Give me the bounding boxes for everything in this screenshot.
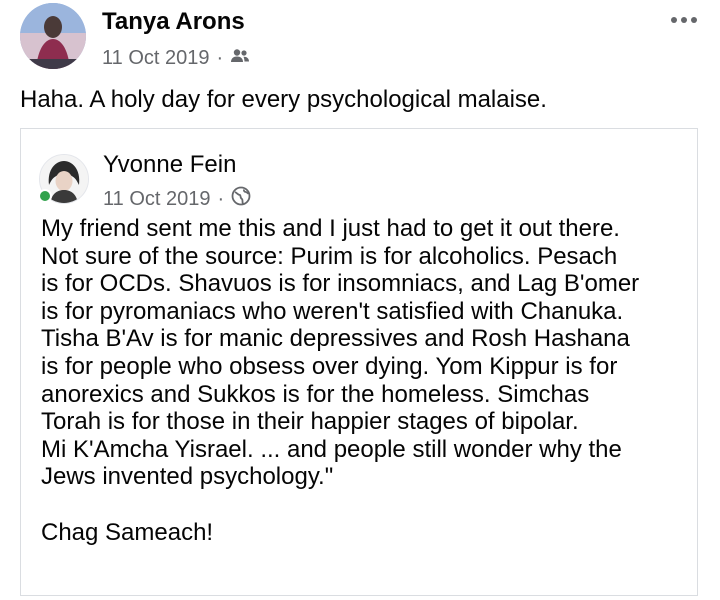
shared-author-name[interactable]: Yvonne Fein (103, 151, 236, 179)
shared-post-meta: 11 Oct 2019 · (103, 185, 251, 213)
post-timestamp[interactable]: 11 Oct 2019 (102, 47, 209, 70)
shared-post-line: Jews invented psychology." (41, 463, 334, 491)
author-name[interactable]: Tanya Arons (102, 8, 245, 36)
shared-post-line: Mi K'Amcha Yisrael. ... and people still… (41, 435, 622, 463)
shared-post-line: My friend sent me this and I just had to… (41, 215, 620, 242)
avatar-photo (20, 3, 86, 69)
online-status-indicator (38, 189, 52, 203)
shared-post-line: is for OCDs. Shavuos is for insomniacs, … (41, 270, 640, 298)
shared-post-line: is for pyromaniacs who weren't satisfied… (41, 297, 624, 325)
shared-post-body: My friend sent me this and I just had to… (41, 215, 639, 546)
shared-post-line: Not sure of the source: Purim is for alc… (41, 242, 618, 270)
more-icon (671, 17, 697, 23)
avatar[interactable] (20, 3, 86, 69)
shared-post-line: Chag Sameach! (41, 518, 214, 546)
shared-post-line: Tisha B'Av is for manic depressives and … (41, 325, 630, 353)
shared-meta-separator: · (217, 187, 225, 210)
post-meta: 11 Oct 2019 · (102, 44, 250, 72)
post: Tanya Arons 11 Oct 2019 · Haha. A holy d… (0, 0, 720, 600)
globe-icon[interactable] (231, 186, 251, 212)
meta-separator: · (216, 46, 224, 69)
shared-post-timestamp[interactable]: 11 Oct 2019 (103, 188, 210, 211)
shared-post-line (41, 491, 639, 519)
shared-post-line: is for people who obsess over dying. Yom… (41, 352, 618, 380)
shared-post-line: anorexics and Sukkos is for the homeless… (41, 380, 590, 408)
shared-post-line: Torah is for those in their happier stag… (41, 408, 579, 436)
more-options-button[interactable] (664, 6, 704, 34)
post-text: Haha. A holy day for every psychological… (20, 86, 547, 113)
shared-post[interactable]: Yvonne Fein 11 Oct 2019 · My friend sent… (20, 128, 698, 596)
friends-icon[interactable] (230, 47, 250, 70)
